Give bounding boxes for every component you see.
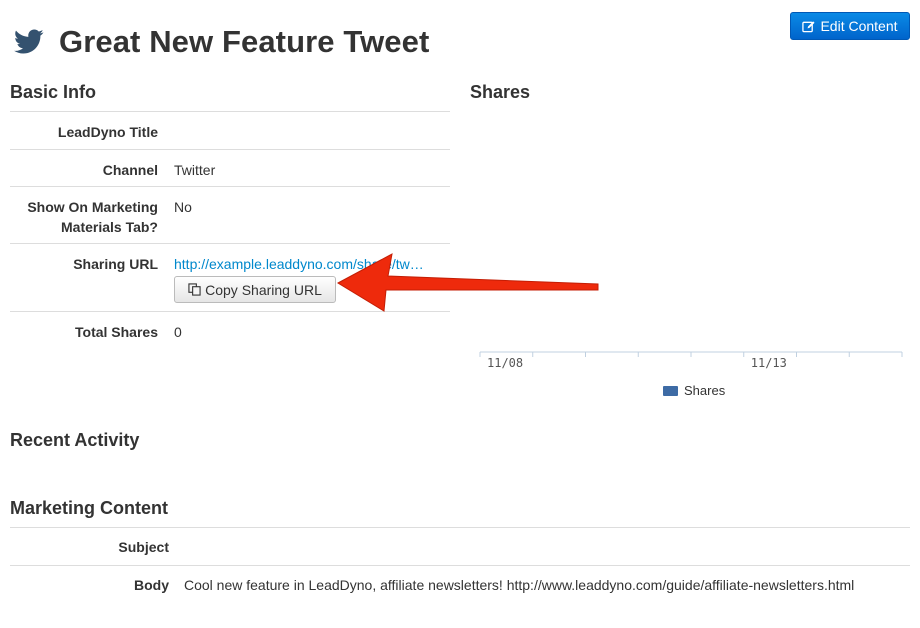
mc-row-body: Body Cool new feature in LeadDyno, affil…: [10, 565, 910, 603]
legend-swatch: [663, 385, 678, 396]
info-value: No: [174, 199, 192, 215]
copy-sharing-url-button[interactable]: Copy Sharing URL: [174, 276, 336, 303]
x-tick-label: 11/08: [487, 356, 523, 370]
basic-info-heading: Basic Info: [10, 82, 97, 102]
shares-chart: 11/08 11/13: [470, 82, 910, 402]
info-value: Twitter: [174, 162, 216, 178]
marketing-content-table: Subject Body Cool new feature in LeadDyn…: [10, 527, 910, 603]
shares-chart-svg: 11/08 11/13: [479, 351, 903, 370]
info-label: Show On Marketing Materials Tab?: [27, 199, 158, 235]
mc-label: Subject: [118, 539, 169, 555]
info-label: Channel: [102, 162, 158, 178]
info-row-show-on-marketing: Show On Marketing Materials Tab? No: [10, 186, 450, 243]
info-row-total-shares: Total Shares 0: [10, 311, 450, 348]
info-label: Total Shares: [75, 324, 158, 340]
copy-icon: [188, 283, 201, 296]
page-title-text: Great New Feature Tweet: [59, 24, 430, 59]
chart-legend: Shares: [663, 383, 725, 398]
mc-value: Cool new feature in LeadDyno, affiliate …: [184, 577, 855, 593]
edit-content-button[interactable]: Edit Content: [790, 12, 910, 40]
edit-content-label: Edit Content: [820, 18, 898, 34]
x-tick-label: 11/13: [751, 356, 787, 370]
info-label: Sharing URL: [73, 256, 158, 272]
mc-row-subject: Subject: [10, 527, 910, 565]
info-label: LeadDyno Title: [57, 124, 158, 140]
marketing-content-heading: Marketing Content: [10, 498, 169, 518]
mc-label: Body: [134, 577, 169, 593]
copy-sharing-url-label: Copy Sharing URL: [205, 281, 322, 298]
info-row-title: LeadDyno Title: [10, 111, 450, 149]
twitter-icon: [14, 29, 44, 54]
info-row-channel: Channel Twitter: [10, 149, 450, 186]
page-title: Great New Feature Tweet: [14, 22, 429, 62]
legend-label: Shares: [684, 383, 726, 398]
info-value: 0: [174, 324, 182, 340]
edit-icon: [802, 20, 816, 32]
recent-activity-heading: Recent Activity: [10, 430, 140, 450]
